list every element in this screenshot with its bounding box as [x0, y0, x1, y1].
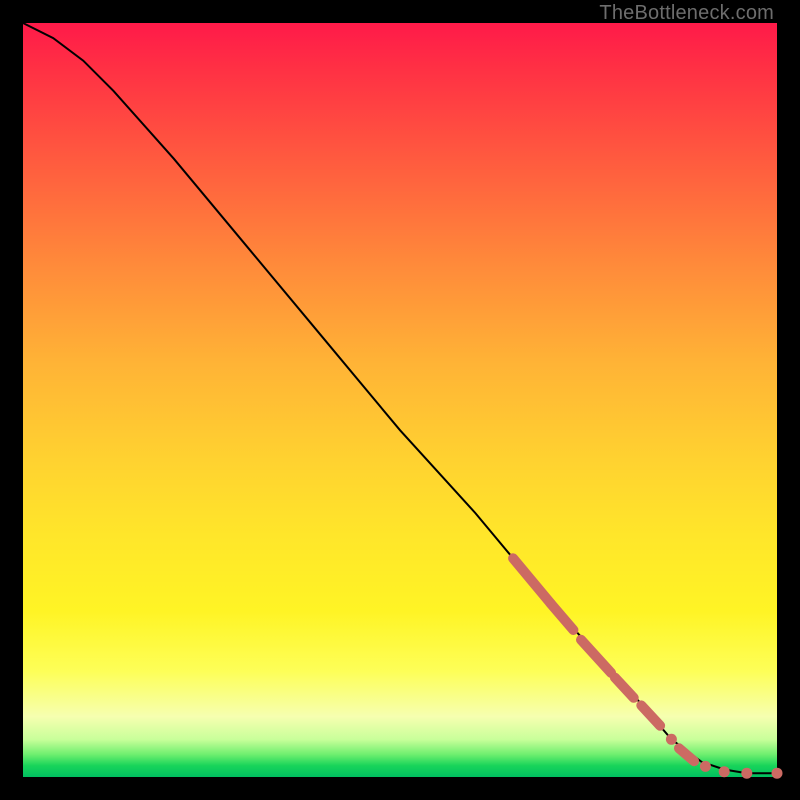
marker-dot: [666, 734, 677, 745]
watermark-text: TheBottleneck.com: [599, 2, 774, 25]
marker-dot: [719, 766, 730, 777]
marker-segment: [551, 604, 574, 630]
bottleneck-curve: [23, 23, 777, 773]
marker-segment: [641, 705, 660, 725]
curve-layer: [23, 23, 777, 777]
plot-area: [23, 23, 777, 777]
curve-markers: [513, 558, 782, 778]
marker-segment: [615, 678, 634, 698]
chart-frame: TheBottleneck.com: [0, 0, 800, 800]
marker-segment: [581, 640, 611, 673]
marker-segment: [679, 748, 694, 761]
marker-segment: [513, 558, 551, 603]
marker-dot: [741, 768, 752, 779]
marker-dot: [772, 768, 783, 779]
marker-dot: [700, 761, 711, 772]
